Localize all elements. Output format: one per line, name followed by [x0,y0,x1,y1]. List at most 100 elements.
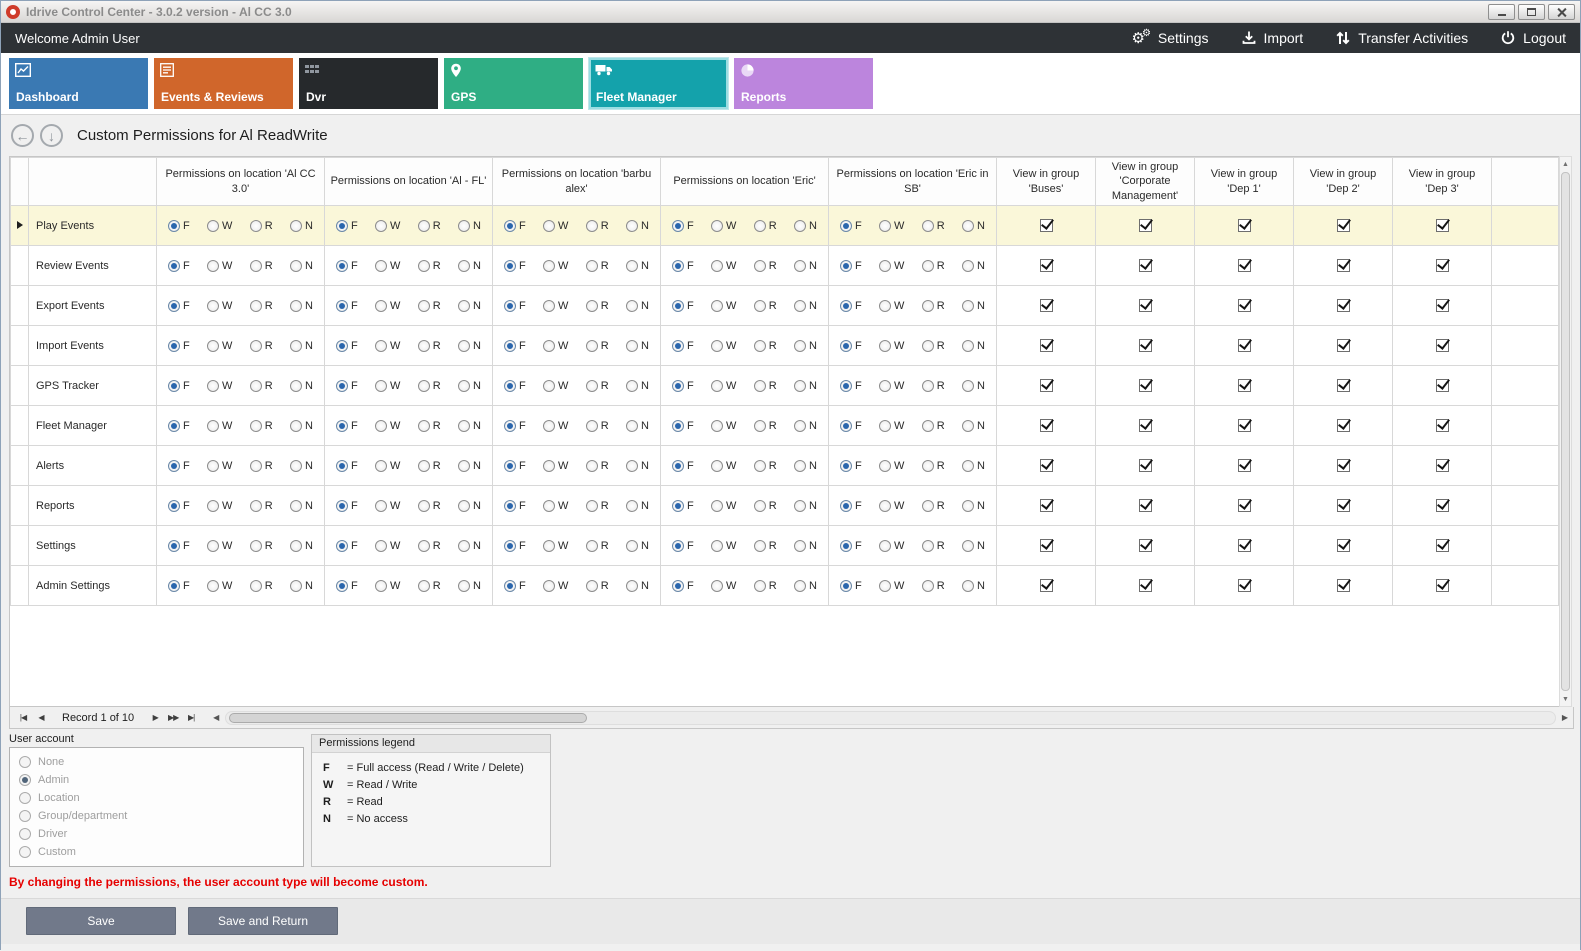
tab-dvr[interactable]: Dvr [299,58,438,109]
radio-W[interactable]: W [879,540,904,552]
table-row[interactable]: Export EventsFWRNFWRNFWRNFWRNFWRN [11,286,1559,326]
radio-W[interactable]: W [711,580,736,592]
radio-W[interactable]: W [207,220,232,232]
radio-W[interactable]: W [543,380,568,392]
radio-R[interactable]: R [922,380,945,392]
nav-next-button[interactable]: ▶ [146,707,164,728]
radio-N[interactable]: N [794,220,817,232]
radio-W[interactable]: W [375,460,400,472]
horizontal-scrollbar-thumb[interactable] [229,713,587,723]
radio-R[interactable]: R [250,580,273,592]
radio-N[interactable]: N [458,420,481,432]
radio-R[interactable]: R [250,300,273,312]
radio-N[interactable]: N [794,380,817,392]
radio-N[interactable]: N [458,340,481,352]
radio-N[interactable]: N [458,220,481,232]
radio-R[interactable]: R [754,420,777,432]
group-checkbox[interactable] [1436,499,1449,512]
radio-N[interactable]: N [290,340,313,352]
permission-column-header[interactable]: Permissions on location 'Al - FL' [325,158,493,206]
radio-R[interactable]: R [586,300,609,312]
radio-N[interactable]: N [794,420,817,432]
radio-F[interactable]: F [840,460,862,472]
radio-F[interactable]: F [840,580,862,592]
tab-dashboard[interactable]: Dashboard [9,58,148,109]
radio-F[interactable]: F [336,220,358,232]
group-checkbox[interactable] [1040,499,1053,512]
radio-F[interactable]: F [672,260,694,272]
radio-F[interactable]: F [336,460,358,472]
radio-W[interactable]: W [879,460,904,472]
radio-W[interactable]: W [543,220,568,232]
radio-R[interactable]: R [754,500,777,512]
table-row[interactable]: Admin SettingsFWRNFWRNFWRNFWRNFWRN [11,566,1559,606]
vertical-scrollbar-thumb[interactable] [1561,172,1570,691]
nav-last-button[interactable]: ▶| [182,707,200,728]
radio-F[interactable]: F [168,500,190,512]
radio-F[interactable]: F [336,380,358,392]
radio-R[interactable]: R [250,340,273,352]
user-account-option-group-department[interactable]: Group/department [19,807,294,825]
radio-N[interactable]: N [290,580,313,592]
radio-W[interactable]: W [375,220,400,232]
radio-N[interactable]: N [626,580,649,592]
radio-N[interactable]: N [626,300,649,312]
radio-R[interactable]: R [754,300,777,312]
radio-W[interactable]: W [711,380,736,392]
group-checkbox[interactable] [1040,299,1053,312]
radio-N[interactable]: N [962,420,985,432]
radio-F[interactable]: F [168,220,190,232]
back-button[interactable]: ← [11,124,34,147]
group-column-header[interactable]: View in group 'Dep 2' [1294,158,1393,206]
table-row[interactable]: SettingsFWRNFWRNFWRNFWRNFWRN [11,526,1559,566]
radio-N[interactable]: N [794,300,817,312]
user-account-option-driver[interactable]: Driver [19,825,294,843]
radio-R[interactable]: R [586,580,609,592]
group-checkbox[interactable] [1337,259,1350,272]
group-checkbox[interactable] [1040,419,1053,432]
group-column-header[interactable]: View in group 'Dep 3' [1393,158,1492,206]
group-column-header[interactable]: View in group 'Dep 1' [1195,158,1294,206]
radio-R[interactable]: R [250,460,273,472]
radio-R[interactable]: R [754,220,777,232]
radio-R[interactable]: R [922,540,945,552]
radio-N[interactable]: N [626,260,649,272]
group-checkbox[interactable] [1337,339,1350,352]
radio-N[interactable]: N [458,460,481,472]
radio-F[interactable]: F [504,380,526,392]
radio-R[interactable]: R [754,260,777,272]
radio-N[interactable]: N [458,260,481,272]
radio-F[interactable]: F [504,340,526,352]
group-checkbox[interactable] [1436,379,1449,392]
user-account-option-location[interactable]: Location [19,789,294,807]
save-button[interactable]: Save [26,907,176,935]
radio-F[interactable]: F [336,500,358,512]
radio-F[interactable]: F [840,340,862,352]
group-checkbox[interactable] [1436,259,1449,272]
tab-gps[interactable]: GPS [444,58,583,109]
table-row[interactable]: Play EventsFWRNFWRNFWRNFWRNFWRN [11,206,1559,246]
vertical-scrollbar[interactable]: ▲ ▼ [1559,156,1572,707]
radio-R[interactable]: R [250,260,273,272]
table-row[interactable]: Import EventsFWRNFWRNFWRNFWRNFWRN [11,326,1559,366]
radio-N[interactable]: N [290,500,313,512]
group-checkbox[interactable] [1238,579,1251,592]
radio-N[interactable]: N [962,260,985,272]
radio-W[interactable]: W [543,580,568,592]
radio-N[interactable]: N [962,540,985,552]
radio-R[interactable]: R [922,460,945,472]
radio-N[interactable]: N [794,460,817,472]
radio-N[interactable]: N [794,260,817,272]
radio-F[interactable]: F [336,580,358,592]
radio-N[interactable]: N [794,540,817,552]
radio-F[interactable]: F [336,300,358,312]
group-column-header[interactable]: View in group 'Buses' [997,158,1096,206]
scroll-up-arrow-icon[interactable]: ▲ [1562,157,1569,171]
group-checkbox[interactable] [1436,339,1449,352]
radio-R[interactable]: R [922,340,945,352]
radio-R[interactable]: R [418,340,441,352]
radio-W[interactable]: W [375,260,400,272]
group-checkbox[interactable] [1238,219,1251,232]
radio-R[interactable]: R [418,460,441,472]
radio-W[interactable]: W [207,380,232,392]
